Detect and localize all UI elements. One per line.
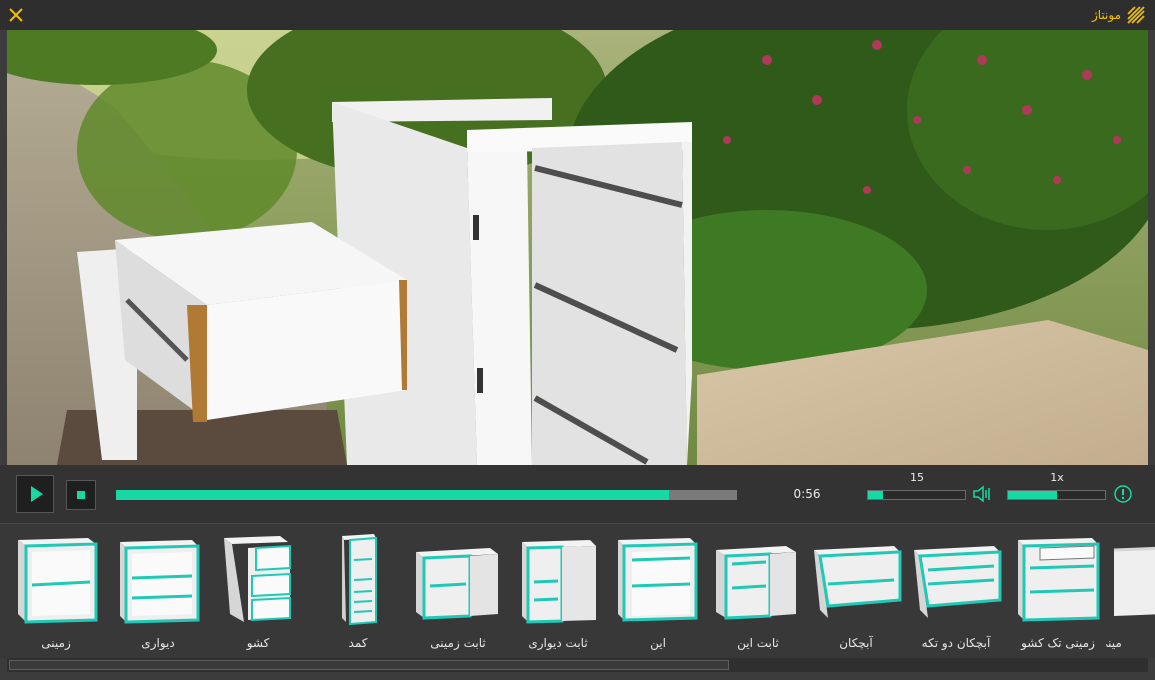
dish-rack-two-piece-icon	[914, 546, 1002, 618]
progress-slider[interactable]	[116, 490, 737, 500]
corner-open-cabinet-icon	[716, 546, 796, 620]
thumbnail-label: دیواری	[141, 636, 175, 650]
thumbnail-wall[interactable]: دیواری	[110, 528, 206, 654]
open-base-cabinet-icon	[618, 538, 698, 622]
play-button[interactable]	[16, 475, 54, 513]
app-logo-icon	[1127, 6, 1145, 24]
thumbnail-base[interactable]: زمینی	[8, 528, 104, 654]
drawer-cabinet-icon	[224, 536, 291, 622]
thumbnail-rack-two[interactable]: آبچکان دو تکه	[908, 528, 1004, 654]
progress-fill	[116, 490, 669, 500]
thumbnail-label: زمینی تک کشو	[1021, 636, 1095, 650]
stop-icon	[77, 491, 85, 499]
volume-fill	[868, 491, 883, 499]
thumbnail-label: کمد	[348, 636, 368, 650]
close-icon	[9, 8, 23, 22]
corner-wall-cabinet-icon	[522, 540, 596, 624]
thumbnail-label: مینی	[1106, 636, 1122, 650]
thumbnail-base-drawer[interactable]: زمینی تک کشو	[1010, 528, 1106, 654]
thumbnail-label: این	[650, 636, 666, 650]
play-icon	[31, 486, 43, 502]
stop-button[interactable]	[66, 480, 96, 510]
thumbnail-label: آبچکان دو تکه	[921, 636, 991, 650]
dish-rack-cabinet-icon	[814, 546, 902, 618]
close-button[interactable]	[6, 5, 26, 25]
base-single-drawer-icon	[1018, 538, 1100, 622]
title-area: مونتاژ	[1092, 6, 1145, 24]
tall-cabinet-icon	[342, 534, 377, 626]
thumbnail-corner-base[interactable]: ثابت زمینی	[410, 528, 506, 654]
base-cabinet-icon	[18, 538, 98, 624]
horizontal-scrollbar[interactable]	[7, 658, 1148, 672]
scrollbar-thumb[interactable]	[9, 660, 729, 670]
speed-slider[interactable]	[1007, 490, 1106, 500]
thumbnail-tall[interactable]: کمد	[310, 528, 406, 654]
partial-cabinet-icon	[1113, 546, 1155, 616]
volume-slider[interactable]	[867, 490, 966, 500]
thumbnail-label: زمینی	[41, 636, 71, 650]
time-display: 0:56	[793, 487, 821, 501]
corner-base-cabinet-icon	[416, 548, 498, 620]
speed-gauge-icon[interactable]	[1113, 484, 1133, 504]
thumbnail-label: آبچکان	[839, 636, 873, 650]
thumbnail-label: کشو	[246, 636, 270, 650]
thumbnail-corner-open[interactable]: ثابت این	[710, 528, 806, 654]
assembly-scene-image	[7, 30, 1148, 465]
thumbnail-drawers[interactable]: کشو	[210, 528, 306, 654]
thumbnail-rack[interactable]: آبچکان	[808, 528, 904, 654]
volume-value: 15	[910, 471, 924, 484]
thumbnail-open-base[interactable]: این	[610, 528, 706, 654]
window-title: مونتاژ	[1091, 8, 1121, 22]
cabinet-thumbnail-strip: زمینی دیواری کشو کمد ثابت زمینی ثابت دیو…	[0, 523, 1155, 658]
thumbnail-corner-wall[interactable]: ثابت دیواری	[510, 528, 606, 654]
thumbnail-label: ثابت دیواری	[528, 636, 588, 650]
thumbnail-label: ثابت این	[737, 636, 779, 650]
playback-controls: 0:56 15 1x	[0, 465, 1155, 523]
speed-value: 1x	[1050, 471, 1064, 484]
volume-icon[interactable]	[972, 484, 994, 504]
wall-cabinet-icon	[120, 540, 200, 624]
title-bar: مونتاژ	[0, 0, 1155, 30]
video-viewport[interactable]	[7, 30, 1148, 465]
thumbnail-partial[interactable]: مینی	[1106, 528, 1155, 654]
thumbnail-label: ثابت زمینی	[430, 636, 486, 650]
speed-fill	[1008, 491, 1057, 499]
